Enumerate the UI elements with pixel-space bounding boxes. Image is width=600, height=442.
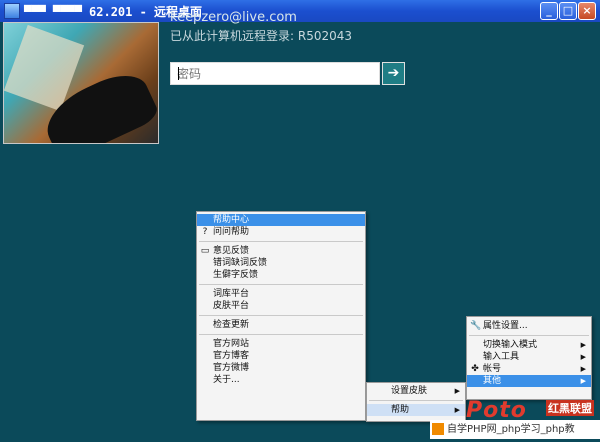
menu-item-set-skin[interactable]: 设置皮肤 ▶ (367, 385, 465, 397)
menu-item-official-blog[interactable]: 官方博客 (197, 350, 365, 362)
wrench-icon: 🔧 (470, 321, 482, 331)
menu-item-help-center[interactable]: 帮助中心 (197, 214, 365, 226)
watermark-caption-text: 自学PHP网_php学习_php教 (447, 424, 575, 435)
watermark-caption: 自学PHP网_php学习_php教 (430, 420, 600, 439)
menu-item-label: 官方博客 (213, 351, 250, 361)
submenu-arrow-icon: ▶ (580, 377, 586, 385)
menu-item-label: 官方微博 (213, 363, 250, 373)
ime-context-menu: 帮助中心 ? 问问帮助 ▭ 意见反馈 错词缺词反馈 生僻字反馈 词库平台 皮肤平台 … (196, 211, 366, 421)
ime-tray-menu: 🔧 属性设置... 切换输入模式 ▶ 输入工具 ▶ ✤ 帐号 ▶ 其他 ▶ (466, 316, 592, 400)
menu-item-label: 属性设置... (483, 321, 528, 331)
account-icon: ✤ (471, 364, 479, 374)
menu-separator (199, 284, 363, 285)
password-field[interactable] (170, 62, 391, 85)
password-input[interactable] (171, 63, 391, 84)
menu-item-official-weibo[interactable]: 官方微博 (197, 362, 365, 374)
menu-item-dictionary-platform[interactable]: 词库平台 (197, 288, 365, 300)
menu-item-label: 设置皮肤 (391, 386, 428, 396)
menu-item-label: 官方网站 (213, 339, 250, 349)
site-watermark: Poto 红黑联盟 自学PHP网_php学习_php教 (430, 398, 600, 442)
menu-item-switch-input-mode[interactable]: 切换输入模式 ▶ (467, 339, 591, 351)
speech-bubble-icon: ▭ (200, 246, 210, 256)
menu-item-help[interactable]: 帮助 ▶ (367, 404, 465, 416)
menu-item-feedback[interactable]: ▭ 意见反馈 (197, 245, 365, 257)
menu-separator (199, 315, 363, 316)
watermark-brand: 红黑联盟 (546, 400, 594, 416)
user-avatar (3, 22, 159, 144)
menu-item-word-feedback[interactable]: 错词缺词反馈 (197, 257, 365, 269)
menu-separator (469, 335, 589, 336)
maximize-button[interactable]: □ (559, 2, 577, 20)
menu-item-check-update[interactable]: 检查更新 (197, 319, 365, 331)
menu-item-label: 帐号 (483, 364, 502, 374)
close-button[interactable]: × (578, 2, 596, 20)
menu-item-official-site[interactable]: 官方网站 (197, 338, 365, 350)
arrow-right-icon: ➔ (387, 65, 400, 81)
menu-item-label: 切换输入模式 (483, 340, 538, 350)
last-login-info: 已从此计算机远程登录: R502043 (170, 29, 353, 43)
menu-item-label: 问问帮助 (213, 227, 250, 237)
menu-item-label: 其他 (483, 376, 502, 386)
menu-item-label: 词库平台 (213, 289, 250, 299)
menu-item-label: 输入工具 (483, 352, 520, 362)
text-caret (178, 67, 179, 80)
submenu-arrow-icon: ▶ (454, 387, 460, 395)
submenu-arrow-icon: ▶ (454, 406, 460, 414)
skin-help-submenu: 设置皮肤 ▶ 帮助 ▶ (366, 382, 466, 422)
menu-separator (369, 400, 463, 401)
minimize-button[interactable]: _ (540, 2, 558, 20)
submenu-arrow-icon: ▶ (580, 365, 586, 373)
submenu-arrow-icon: ▶ (580, 341, 586, 349)
menu-item-label: 帮助中心 (213, 215, 250, 225)
submit-arrow-button[interactable]: ➔ (382, 62, 405, 85)
menu-item-label: 意见反馈 (213, 246, 250, 256)
menu-item-label: 关于... (213, 375, 240, 385)
submenu-arrow-icon: ▶ (580, 353, 586, 361)
menu-separator (199, 241, 363, 242)
menu-item-input-tools[interactable]: 输入工具 ▶ (467, 351, 591, 363)
user-email: keepzero@live.com (170, 10, 297, 25)
menu-item-label: 检查更新 (213, 320, 250, 330)
menu-item-ask-help[interactable]: ? 问问帮助 (197, 226, 365, 238)
menu-item-label: 帮助 (391, 405, 410, 415)
menu-item-rare-char-feedback[interactable]: 生僻字反馈 (197, 269, 365, 281)
menu-item-label: 错词缺词反馈 (213, 258, 268, 268)
watermark-badge-icon (432, 423, 444, 435)
menu-item-label: 生僻字反馈 (213, 270, 259, 280)
menu-item-about[interactable]: 关于... (197, 374, 365, 386)
menu-separator (199, 334, 363, 335)
menu-item-other[interactable]: 其他 ▶ (467, 375, 591, 387)
title-bar[interactable]: ▀▀▀ ▀▀▀▀ 62.201 - 远程桌面 _ □ × (0, 0, 600, 22)
menu-item-label: 皮肤平台 (213, 301, 250, 311)
menu-item-skin-platform[interactable]: 皮肤平台 (197, 300, 365, 312)
question-icon: ? (202, 227, 208, 237)
menu-item-properties[interactable]: 🔧 属性设置... (467, 320, 591, 332)
remote-desktop-icon (4, 3, 20, 19)
menu-item-account[interactable]: ✤ 帐号 ▶ (467, 363, 591, 375)
